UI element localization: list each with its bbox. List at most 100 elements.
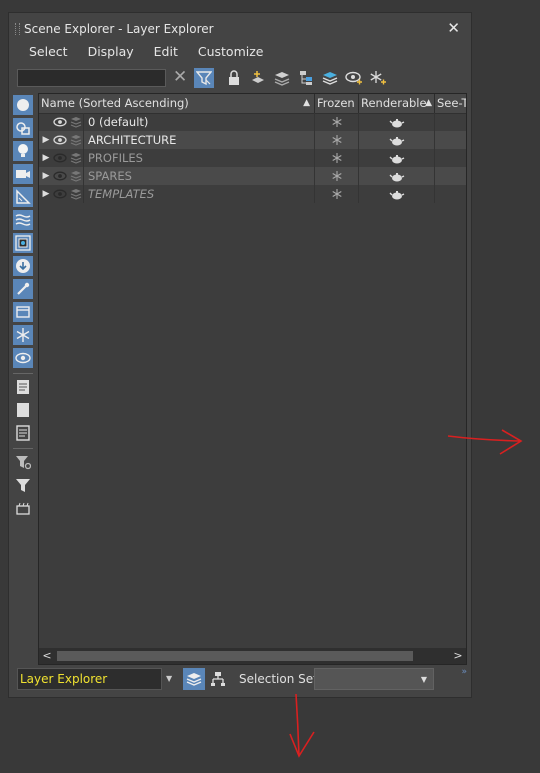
hide-button[interactable]: [344, 68, 364, 88]
table-row[interactable]: ▶ PROFILES: [39, 149, 466, 167]
helper-ruler-icon: [16, 189, 31, 204]
filter-icon: [16, 479, 30, 492]
frozen-toggle[interactable]: [315, 113, 359, 131]
lock-button[interactable]: [224, 68, 244, 88]
filter-button[interactable]: [13, 475, 33, 495]
scroll-right-button[interactable]: >: [450, 648, 466, 664]
title-bar[interactable]: Scene Explorer - Layer Explorer ✕: [9, 13, 471, 43]
shapes-icon: [16, 122, 30, 135]
filter-bones-button[interactable]: [13, 279, 33, 299]
filter-settings-button[interactable]: [13, 452, 33, 472]
filter-containers-button[interactable]: [13, 302, 33, 322]
freeze-button[interactable]: [368, 68, 388, 88]
dropdown-arrow-icon[interactable]: ▼: [166, 674, 172, 683]
layer-name[interactable]: SPARES: [88, 167, 315, 185]
visibility-toggle[interactable]: [53, 167, 69, 185]
filter-frozen-button[interactable]: [13, 325, 33, 345]
clip-button[interactable]: [13, 498, 33, 518]
select-none-button[interactable]: [13, 400, 33, 420]
renderable-toggle[interactable]: [359, 131, 435, 149]
see-through-toggle[interactable]: [435, 131, 466, 149]
expand-arrow-icon[interactable]: [39, 113, 53, 131]
see-through-toggle[interactable]: [435, 167, 466, 185]
expand-arrow-icon[interactable]: ▶: [39, 131, 53, 149]
selection-set-dropdown[interactable]: ▼: [314, 668, 434, 690]
scroll-left-button[interactable]: <: [39, 648, 55, 664]
layer-name[interactable]: 0 (default): [88, 113, 315, 131]
see-through-toggle[interactable]: [435, 113, 466, 131]
renderable-toggle[interactable]: [359, 149, 435, 167]
see-through-toggle[interactable]: [435, 185, 466, 203]
select-all-button[interactable]: [13, 377, 33, 397]
column-label: See-Th: [437, 96, 466, 110]
filter-hidden-button[interactable]: [13, 348, 33, 368]
layer-name[interactable]: TEMPLATES: [88, 185, 315, 203]
table-row[interactable]: 0 (default): [39, 113, 466, 131]
renderable-toggle[interactable]: [359, 185, 435, 203]
renderable-toggle[interactable]: [359, 113, 435, 131]
clear-search-button[interactable]: ✕: [173, 67, 187, 87]
separator: [13, 448, 33, 449]
layer-view-button[interactable]: [183, 668, 205, 690]
table-row[interactable]: ▶ ARCHITECTURE: [39, 131, 466, 149]
layer-icon-cell: [70, 113, 84, 131]
menu-bar: Select Display Edit Customize: [19, 44, 273, 62]
layer-stack-button[interactable]: [320, 68, 340, 88]
frozen-toggle[interactable]: [315, 185, 359, 203]
expand-arrow-icon[interactable]: ▶: [39, 167, 53, 185]
search-input[interactable]: [17, 69, 166, 87]
see-through-toggle[interactable]: [435, 149, 466, 167]
menu-customize[interactable]: Customize: [188, 44, 274, 62]
window-title: Scene Explorer - Layer Explorer: [24, 22, 214, 36]
visibility-toggle[interactable]: [53, 185, 69, 203]
filter-cameras-button[interactable]: [13, 164, 33, 184]
visibility-toggle[interactable]: [53, 131, 69, 149]
renderable-toggle[interactable]: [359, 167, 435, 185]
layer-stack-icon: [70, 153, 82, 164]
new-layer-button[interactable]: [248, 68, 268, 88]
add-to-layer-button[interactable]: [272, 68, 292, 88]
hierarchy-button[interactable]: [296, 68, 316, 88]
layer-stack-icon: [70, 171, 82, 182]
table-row[interactable]: ▶ SPARES: [39, 167, 466, 185]
menu-edit[interactable]: Edit: [144, 44, 188, 62]
close-button[interactable]: ✕: [447, 19, 460, 37]
menu-select[interactable]: Select: [19, 44, 78, 62]
frozen-toggle[interactable]: [315, 131, 359, 149]
filter-shapes-button[interactable]: [13, 118, 33, 138]
clapper-icon: [16, 502, 30, 515]
scroll-thumb[interactable]: [57, 651, 413, 661]
filter-groups-button[interactable]: [13, 233, 33, 253]
hierarchy-view-button[interactable]: [207, 668, 229, 690]
filter-lights-button[interactable]: [13, 141, 33, 161]
invert-selection-button[interactable]: [13, 423, 33, 443]
frozen-toggle[interactable]: [315, 167, 359, 185]
drag-grip[interactable]: [15, 23, 20, 35]
column-header-renderable[interactable]: Renderable ▲: [359, 94, 435, 113]
snowflake-icon: [331, 171, 342, 181]
layer-name[interactable]: PROFILES: [88, 149, 315, 167]
expand-arrow-icon[interactable]: ▶: [39, 185, 53, 203]
teapot-icon: [389, 191, 404, 200]
filter-icon: [196, 71, 212, 86]
horizontal-scrollbar[interactable]: < >: [39, 648, 466, 664]
column-header-name[interactable]: Name (Sorted Ascending) ▲: [39, 94, 315, 113]
separator: [13, 373, 33, 374]
filter-geometry-button[interactable]: [13, 95, 33, 115]
eye-icon: [53, 117, 67, 127]
filter-helpers-button[interactable]: [13, 187, 33, 207]
expand-arrow-icon[interactable]: ▶: [39, 149, 53, 167]
filter-spacewarps-button[interactable]: [13, 210, 33, 230]
frozen-toggle[interactable]: [315, 149, 359, 167]
layer-name[interactable]: ARCHITECTURE: [88, 131, 315, 149]
menu-display[interactable]: Display: [78, 44, 144, 62]
visibility-toggle[interactable]: [53, 113, 69, 131]
more-chevron-icon[interactable]: »: [461, 667, 467, 677]
table-row[interactable]: ▶ TEMPLATES: [39, 185, 466, 203]
visibility-toggle[interactable]: [53, 149, 69, 167]
column-header-see-through[interactable]: See-Th: [435, 94, 466, 113]
filter-toggle-button[interactable]: [194, 68, 214, 88]
column-header-frozen[interactable]: Frozen: [315, 94, 359, 113]
explorer-selector[interactable]: Layer Explorer: [17, 668, 162, 690]
filter-xrefs-button[interactable]: [13, 256, 33, 276]
